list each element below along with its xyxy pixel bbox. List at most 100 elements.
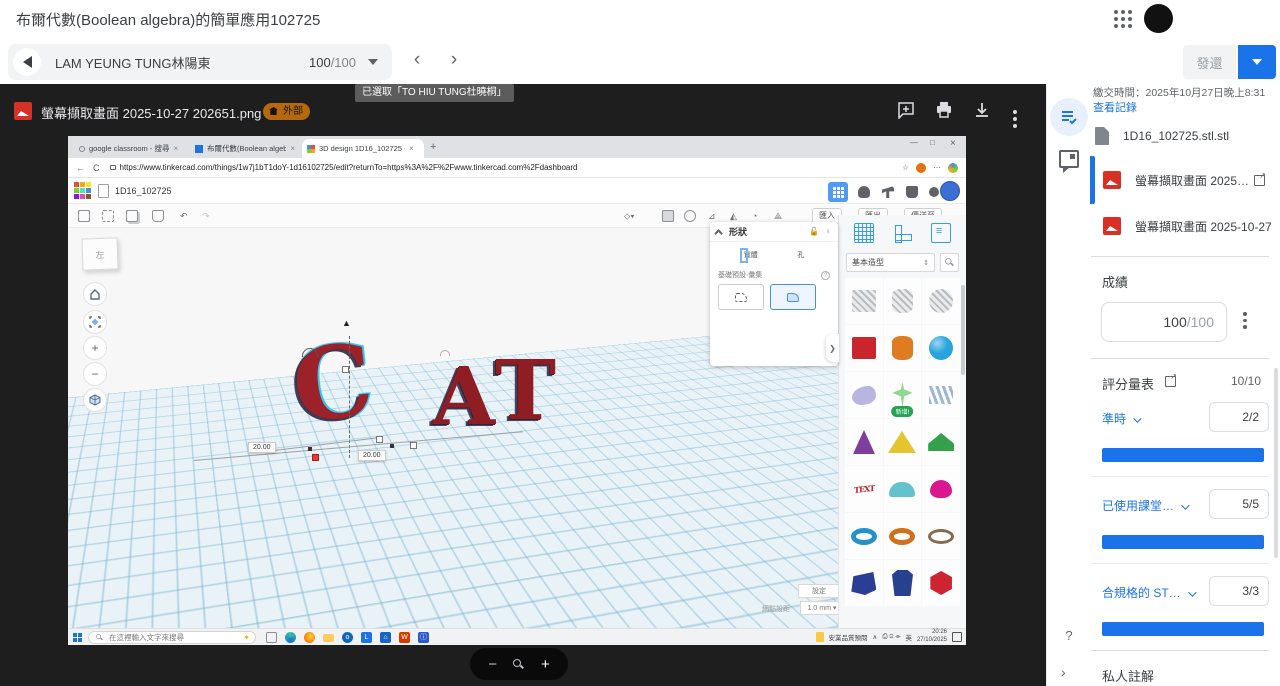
group-icon[interactable] bbox=[662, 210, 674, 222]
shape-swatch[interactable] bbox=[884, 466, 922, 512]
shape-swatch[interactable] bbox=[845, 325, 883, 371]
shape-swatch[interactable] bbox=[922, 372, 960, 418]
browser-profile-avatar[interactable] bbox=[916, 163, 926, 173]
collapse-sidebar-icon[interactable]: › bbox=[1061, 664, 1066, 680]
add-comment-icon[interactable] bbox=[897, 101, 917, 121]
shape-swatch[interactable] bbox=[845, 372, 883, 418]
scale-handle-active[interactable] bbox=[312, 454, 319, 461]
start-button[interactable] bbox=[73, 633, 82, 642]
notes-icon[interactable] bbox=[931, 223, 951, 243]
open-rubric-icon[interactable] bbox=[1165, 376, 1176, 387]
shape-search-button[interactable] bbox=[940, 253, 959, 272]
more-options-icon[interactable] bbox=[1013, 101, 1033, 121]
window-maximize[interactable]: □ bbox=[930, 138, 935, 147]
zoom-in-button[interactable]: + bbox=[83, 336, 107, 360]
grade-input[interactable]: 100/100 bbox=[1101, 302, 1227, 342]
shape-swatch[interactable] bbox=[884, 560, 922, 606]
zoom-out-button[interactable]: − bbox=[83, 362, 107, 386]
shape-swatch[interactable]: 新增! bbox=[884, 372, 922, 418]
grade-options-icon[interactable] bbox=[1243, 312, 1247, 332]
outlook-icon[interactable]: o bbox=[342, 632, 353, 643]
open-in-new-icon[interactable] bbox=[1254, 175, 1265, 186]
user-avatar[interactable] bbox=[1144, 4, 1173, 33]
criterion-score-input[interactable]: 5/5 bbox=[1209, 489, 1269, 519]
bookmark-star-icon[interactable]: ☆ bbox=[902, 163, 909, 172]
redo-icon[interactable]: ↷ bbox=[202, 211, 210, 222]
notification-center-icon[interactable] bbox=[952, 632, 962, 642]
store-icon[interactable]: ⌂ bbox=[380, 632, 391, 643]
tinkercad-logo[interactable] bbox=[74, 182, 92, 200]
lightbulb-icon[interactable]: ♀ bbox=[825, 227, 831, 236]
shape-swatch[interactable] bbox=[845, 513, 883, 559]
shape-swatch[interactable] bbox=[922, 419, 960, 465]
status-doc-icon[interactable] bbox=[816, 632, 824, 642]
window-minimize[interactable]: — bbox=[910, 138, 918, 147]
rubric-criterion[interactable]: 準時 bbox=[1102, 410, 1139, 427]
file-row-selected[interactable]: 螢幕擷取畫面 2025… bbox=[1091, 156, 1277, 204]
workplane-icon[interactable]: ⬦▾ bbox=[624, 211, 635, 222]
firefox-icon[interactable] bbox=[304, 632, 315, 643]
criterion-score-input[interactable]: 3/3 bbox=[1209, 576, 1269, 606]
student-selector[interactable]: LAM YEUNG TUNG林陽東 100/100 bbox=[8, 44, 392, 80]
shape-swatch[interactable] bbox=[845, 560, 883, 606]
perspective-toggle-button[interactable] bbox=[83, 388, 107, 412]
browser-tab[interactable]: 布爾代數(Boolean algebra)的簡…× bbox=[190, 139, 300, 158]
shape-swatch[interactable] bbox=[884, 325, 922, 371]
prev-student-button[interactable]: ‹ bbox=[403, 46, 431, 74]
l-app-icon[interactable]: L bbox=[361, 632, 372, 643]
dimension-label[interactable]: 20.00 bbox=[358, 450, 386, 461]
shape-swatch[interactable] bbox=[884, 513, 922, 559]
duplicate-icon[interactable] bbox=[126, 210, 138, 222]
workplane-icon[interactable] bbox=[854, 223, 874, 243]
shape-swatch[interactable] bbox=[845, 278, 883, 324]
shape-category-select[interactable]: 基本造型⇕ bbox=[846, 253, 935, 272]
undo-icon[interactable]: ↶ bbox=[180, 211, 188, 222]
fit-view-button[interactable] bbox=[83, 310, 107, 334]
browser-refresh-icon[interactable]: C bbox=[93, 163, 100, 173]
note-icon[interactable]: ◔ bbox=[752, 211, 757, 221]
view-cube[interactable]: 左 bbox=[81, 237, 118, 270]
raise-handle-icon[interactable]: ▲ bbox=[342, 318, 351, 328]
back-button[interactable] bbox=[13, 48, 41, 76]
grading-tab-icon[interactable] bbox=[1050, 98, 1088, 136]
panel-collapse-handle[interactable]: ❯ bbox=[826, 334, 839, 362]
home-view-button[interactable] bbox=[83, 282, 107, 306]
copy-icon[interactable] bbox=[78, 210, 90, 222]
tinkercad-avatar[interactable] bbox=[940, 181, 960, 201]
hole-swatch[interactable]: 孔 bbox=[797, 250, 804, 260]
task-view-icon[interactable] bbox=[266, 632, 277, 643]
rotate-handle-icon[interactable] bbox=[302, 348, 318, 357]
midpoint-handle[interactable] bbox=[390, 444, 394, 448]
teams-icon[interactable]: ⓘ bbox=[418, 632, 429, 643]
bag-icon[interactable] bbox=[902, 182, 922, 202]
next-student-button[interactable]: › bbox=[440, 46, 468, 74]
panel-scrollbar[interactable] bbox=[961, 285, 965, 375]
new-tab-button[interactable]: + bbox=[430, 141, 436, 153]
edge-icon[interactable] bbox=[285, 632, 296, 643]
shape-swatch[interactable]: TEXT bbox=[845, 466, 883, 512]
blocks-mode-button[interactable] bbox=[828, 182, 848, 202]
browser-sync-avatar[interactable] bbox=[948, 163, 958, 173]
rubric-criterion[interactable]: 合規格的 ST… bbox=[1102, 584, 1194, 601]
return-button[interactable]: 發還 bbox=[1183, 45, 1236, 79]
group-option-button[interactable] bbox=[718, 284, 764, 310]
scale-handle[interactable] bbox=[410, 442, 417, 449]
paste-icon[interactable] bbox=[102, 210, 114, 222]
help-icon[interactable]: ? bbox=[1059, 626, 1079, 646]
shape-swatch[interactable] bbox=[922, 513, 960, 559]
w-app-icon[interactable]: W bbox=[399, 632, 410, 643]
file-row[interactable]: 1D16_102725.stl.stl bbox=[1091, 122, 1277, 150]
close-tab-icon[interactable]: × bbox=[290, 144, 295, 153]
print-icon[interactable] bbox=[935, 101, 955, 121]
scale-handle[interactable] bbox=[376, 436, 383, 443]
browser-back-icon[interactable]: ← bbox=[76, 163, 85, 173]
midpoint-handle[interactable] bbox=[308, 447, 312, 451]
return-dropdown-button[interactable] bbox=[1238, 45, 1276, 79]
tools-hammer-icon[interactable] bbox=[878, 182, 898, 202]
criterion-score-input[interactable]: 2/2 bbox=[1209, 402, 1269, 432]
url-text[interactable]: https://www.tinkercad.com/things/1w7j1bT… bbox=[120, 163, 680, 172]
browser-tab-active[interactable]: 3D design 1D16_102725 - Tinker…× bbox=[302, 139, 424, 158]
help-icon[interactable]: ? bbox=[821, 271, 830, 280]
browser-tab[interactable]: google classroom - 搜尋× bbox=[74, 139, 186, 158]
shape-swatch[interactable] bbox=[884, 419, 922, 465]
